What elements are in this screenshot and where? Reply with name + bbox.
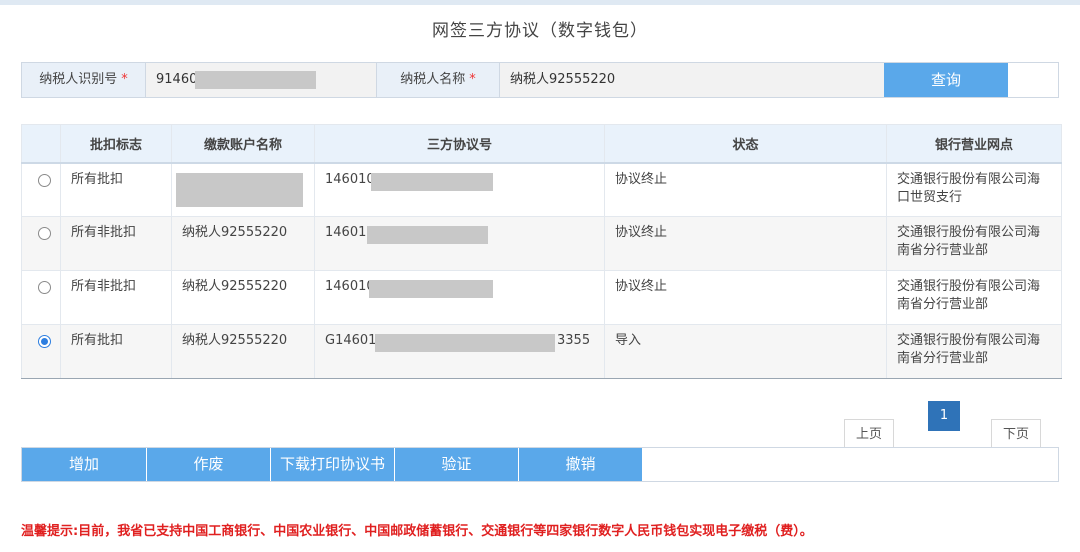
col-agreement: 三方协议号 xyxy=(314,124,605,164)
cell-agreement: G14601 3355 xyxy=(314,324,605,379)
cell-status: 协议终止 xyxy=(604,270,887,325)
table-row[interactable]: 所有非批扣 纳税人92555220 14601 协议终止 交通银行股份有限公司海… xyxy=(21,216,1062,271)
col-flag: 批扣标志 xyxy=(60,124,172,164)
redaction-block xyxy=(371,172,493,191)
page-title: 网签三方协议（数字钱包） xyxy=(432,21,648,41)
next-page-button[interactable]: 下页 xyxy=(991,419,1041,449)
cell-flag: 所有批扣 xyxy=(60,324,172,379)
cell-flag: 所有非批扣 xyxy=(60,270,172,325)
action-toolbar: 增加 作废 下载打印协议书 验证 撤销 xyxy=(21,447,1059,482)
redaction-block xyxy=(369,280,493,298)
redaction-block xyxy=(375,334,555,352)
cell-bank: 交通银行股份有限公司海口世贸支行 xyxy=(886,162,1062,217)
col-bank: 银行营业网点 xyxy=(886,124,1062,164)
verify-button[interactable]: 验证 xyxy=(395,448,519,481)
row-radio[interactable] xyxy=(38,281,51,294)
row-radio[interactable] xyxy=(38,173,51,187)
cell-agreement: 14601 xyxy=(314,216,605,271)
redaction-block xyxy=(367,226,488,244)
prev-page-button[interactable]: 上页 xyxy=(844,419,894,449)
taxpayer-id-field[interactable]: 91460 xyxy=(146,63,376,97)
cell-status: 协议终止 xyxy=(604,162,887,217)
row-radio[interactable] xyxy=(38,227,51,240)
search-panel: 纳税人识别号 * 91460 纳税人名称 * 纳税人92555220 查询 xyxy=(21,62,1059,98)
taxpayer-id-label: 纳税人识别号 * xyxy=(22,63,146,97)
agreements-table: 批扣标志 缴款账户名称 三方协议号 状态 银行营业网点 所有批扣 146010 … xyxy=(21,124,1062,379)
redaction-block xyxy=(176,172,303,207)
cell-bank: 交通银行股份有限公司海南省分行营业部 xyxy=(886,324,1062,379)
cell-agreement: 146010 xyxy=(314,162,605,217)
cell-account: 纳税人92555220 xyxy=(171,270,315,325)
download-print-agreement-button[interactable]: 下载打印协议书 xyxy=(271,448,395,481)
redaction-block xyxy=(195,71,316,89)
table-row[interactable]: 所有批扣 146010 协议终止 交通银行股份有限公司海口世贸支行 xyxy=(21,162,1062,217)
row-radio-selected[interactable] xyxy=(38,335,51,348)
cell-account xyxy=(171,162,315,217)
table-row[interactable]: 所有非批扣 纳税人92555220 146010 协议终止 交通银行股份有限公司… xyxy=(21,270,1062,325)
cell-bank: 交通银行股份有限公司海南省分行营业部 xyxy=(886,216,1062,271)
notice-text: 温馨提示:目前，我省已支持中国工商银行、中国农业银行、中国邮政储蓄银行、交通银行… xyxy=(21,524,813,539)
revoke-button[interactable]: 撤销 xyxy=(519,448,643,481)
void-button[interactable]: 作废 xyxy=(147,448,271,481)
cell-flag: 所有非批扣 xyxy=(60,216,172,271)
table-header-row: 批扣标志 缴款账户名称 三方协议号 状态 银行营业网点 xyxy=(21,124,1062,164)
cell-bank: 交通银行股份有限公司海南省分行营业部 xyxy=(886,270,1062,325)
cell-agreement: 146010 xyxy=(314,270,605,325)
col-account: 缴款账户名称 xyxy=(171,124,315,164)
cell-account: 纳税人92555220 xyxy=(171,216,315,271)
cell-status: 协议终止 xyxy=(604,216,887,271)
col-status: 状态 xyxy=(604,124,887,164)
top-strip xyxy=(0,0,1080,5)
cell-flag: 所有批扣 xyxy=(60,162,172,217)
col-select xyxy=(21,124,61,164)
query-button[interactable]: 查询 xyxy=(884,63,1008,97)
add-button[interactable]: 增加 xyxy=(22,448,147,481)
cell-status: 导入 xyxy=(604,324,887,379)
page-number-current[interactable]: 1 xyxy=(928,401,960,431)
taxpayer-name-field[interactable]: 纳税人92555220 xyxy=(500,63,884,97)
taxpayer-name-label: 纳税人名称 * xyxy=(376,63,500,97)
table-row[interactable]: 所有批扣 纳税人92555220 G14601 3355 导入 交通银行股份有限公… xyxy=(21,324,1062,379)
agreement-suffix: 3355 xyxy=(557,333,591,348)
cell-account: 纳税人92555220 xyxy=(171,324,315,379)
